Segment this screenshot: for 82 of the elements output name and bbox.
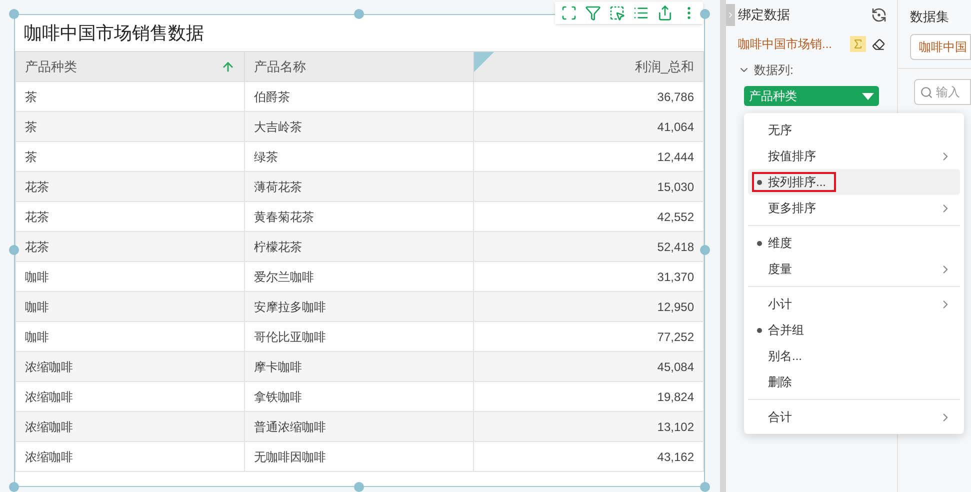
resize-handle[interactable] — [700, 245, 710, 255]
filter-icon[interactable] — [585, 5, 601, 21]
menu-item[interactable]: 按列排序... — [748, 169, 960, 195]
menu-item[interactable]: 合计 — [748, 404, 960, 430]
table-cell: 45,084 — [474, 352, 704, 381]
table-cell: 12,444 — [474, 142, 704, 171]
resize-handle[interactable] — [700, 9, 710, 19]
table-cell: 13,102 — [474, 412, 704, 441]
table-cell: 77,252 — [474, 322, 704, 351]
menu-item[interactable]: 合并组 — [748, 317, 960, 343]
table-cell: 41,064 — [474, 112, 704, 141]
table-cell: 43,162 — [474, 442, 704, 471]
search-icon — [920, 86, 933, 98]
table-cell: 绿茶 — [245, 142, 474, 171]
table-cell: 花茶 — [16, 202, 245, 231]
table-cell: 36,786 — [474, 82, 704, 111]
collapse-handle[interactable] — [726, 4, 735, 26]
table-cell: 薄荷花茶 — [245, 172, 474, 201]
panel-title: 绑定数据 — [738, 6, 791, 24]
table-cell: 黄春菊花茶 — [245, 202, 474, 231]
table-cell: 大吉岭茶 — [245, 112, 474, 141]
table-cell: 15,030 — [474, 172, 704, 201]
dropdown-arrow-icon[interactable] — [862, 92, 874, 100]
widget-title: 咖啡中国市场销售数据 — [24, 22, 204, 44]
table-cell: 茶 — [16, 142, 245, 171]
menu-item[interactable]: 删除 — [748, 369, 960, 395]
menu-item[interactable]: 按值排序 — [748, 143, 960, 169]
table-cell: 浓缩咖啡 — [16, 412, 245, 441]
column-header[interactable]: 产品种类 — [16, 52, 245, 81]
menu-item[interactable]: 无序 — [748, 117, 960, 143]
table-cell: 茶 — [16, 112, 245, 141]
sort-ascending-icon — [221, 60, 235, 74]
table-cell: 哥伦比亚咖啡 — [245, 322, 474, 351]
table-cell: 19,824 — [474, 382, 704, 411]
panel-title: 数据集 — [910, 8, 949, 26]
table-cell: 拿铁咖啡 — [245, 382, 474, 411]
column-header[interactable]: 利润_总和 — [474, 52, 704, 81]
table-cell: 无咖啡因咖啡 — [245, 442, 474, 471]
table-cell: 伯爵茶 — [245, 82, 474, 111]
scrollbar[interactable] — [720, 0, 726, 492]
resize-handle[interactable] — [9, 9, 19, 19]
table-cell: 咖啡 — [16, 292, 245, 321]
selection-corner-icon — [474, 52, 494, 72]
menu-item[interactable]: 维度 — [748, 230, 960, 256]
table-cell: 爱尔兰咖啡 — [245, 262, 474, 291]
table-cell: 咖啡 — [16, 262, 245, 291]
dataset-select[interactable]: 咖啡中国 — [910, 34, 971, 60]
resize-handle[interactable] — [354, 9, 364, 19]
select-icon[interactable] — [609, 5, 625, 21]
section-label: 数据列: — [754, 62, 794, 79]
sigma-icon[interactable] — [850, 36, 866, 52]
bullet-icon — [757, 328, 762, 332]
table-cell: 茶 — [16, 82, 245, 111]
table-cell: 12,950 — [474, 292, 704, 321]
dataset-name: 咖啡中国市场销... — [738, 36, 834, 53]
menu-item[interactable]: 小计 — [748, 291, 960, 317]
table-cell: 咖啡 — [16, 322, 245, 351]
resize-handle[interactable] — [700, 482, 710, 492]
bullet-icon — [757, 240, 762, 246]
table-cell: 摩卡咖啡 — [245, 352, 474, 381]
table-widget[interactable] — [14, 14, 705, 487]
menu-item[interactable]: 别名... — [748, 343, 960, 369]
table-cell: 浓缩咖啡 — [16, 352, 245, 381]
menu-item[interactable]: 更多排序 — [748, 195, 960, 221]
table-cell: 浓缩咖啡 — [16, 442, 245, 471]
bullet-icon — [757, 180, 762, 184]
resize-handle[interactable] — [9, 482, 19, 492]
menu-item[interactable]: 度量 — [748, 256, 960, 282]
export-icon[interactable] — [657, 5, 673, 21]
list-icon[interactable] — [633, 5, 649, 21]
table-cell: 柠檬花茶 — [245, 232, 474, 261]
table-cell: 花茶 — [16, 172, 245, 201]
fullscreen-icon[interactable] — [561, 5, 577, 21]
eraser-icon[interactable] — [872, 38, 885, 50]
resize-handle[interactable] — [354, 482, 364, 492]
swap-icon[interactable] — [871, 7, 887, 23]
table-cell: 普通浓缩咖啡 — [245, 412, 474, 441]
table-cell: 安摩拉多咖啡 — [245, 292, 474, 321]
resize-handle[interactable] — [9, 245, 19, 255]
table-cell: 42,552 — [474, 202, 704, 231]
table-cell: 浓缩咖啡 — [16, 382, 245, 411]
table-cell: 31,370 — [474, 262, 704, 291]
